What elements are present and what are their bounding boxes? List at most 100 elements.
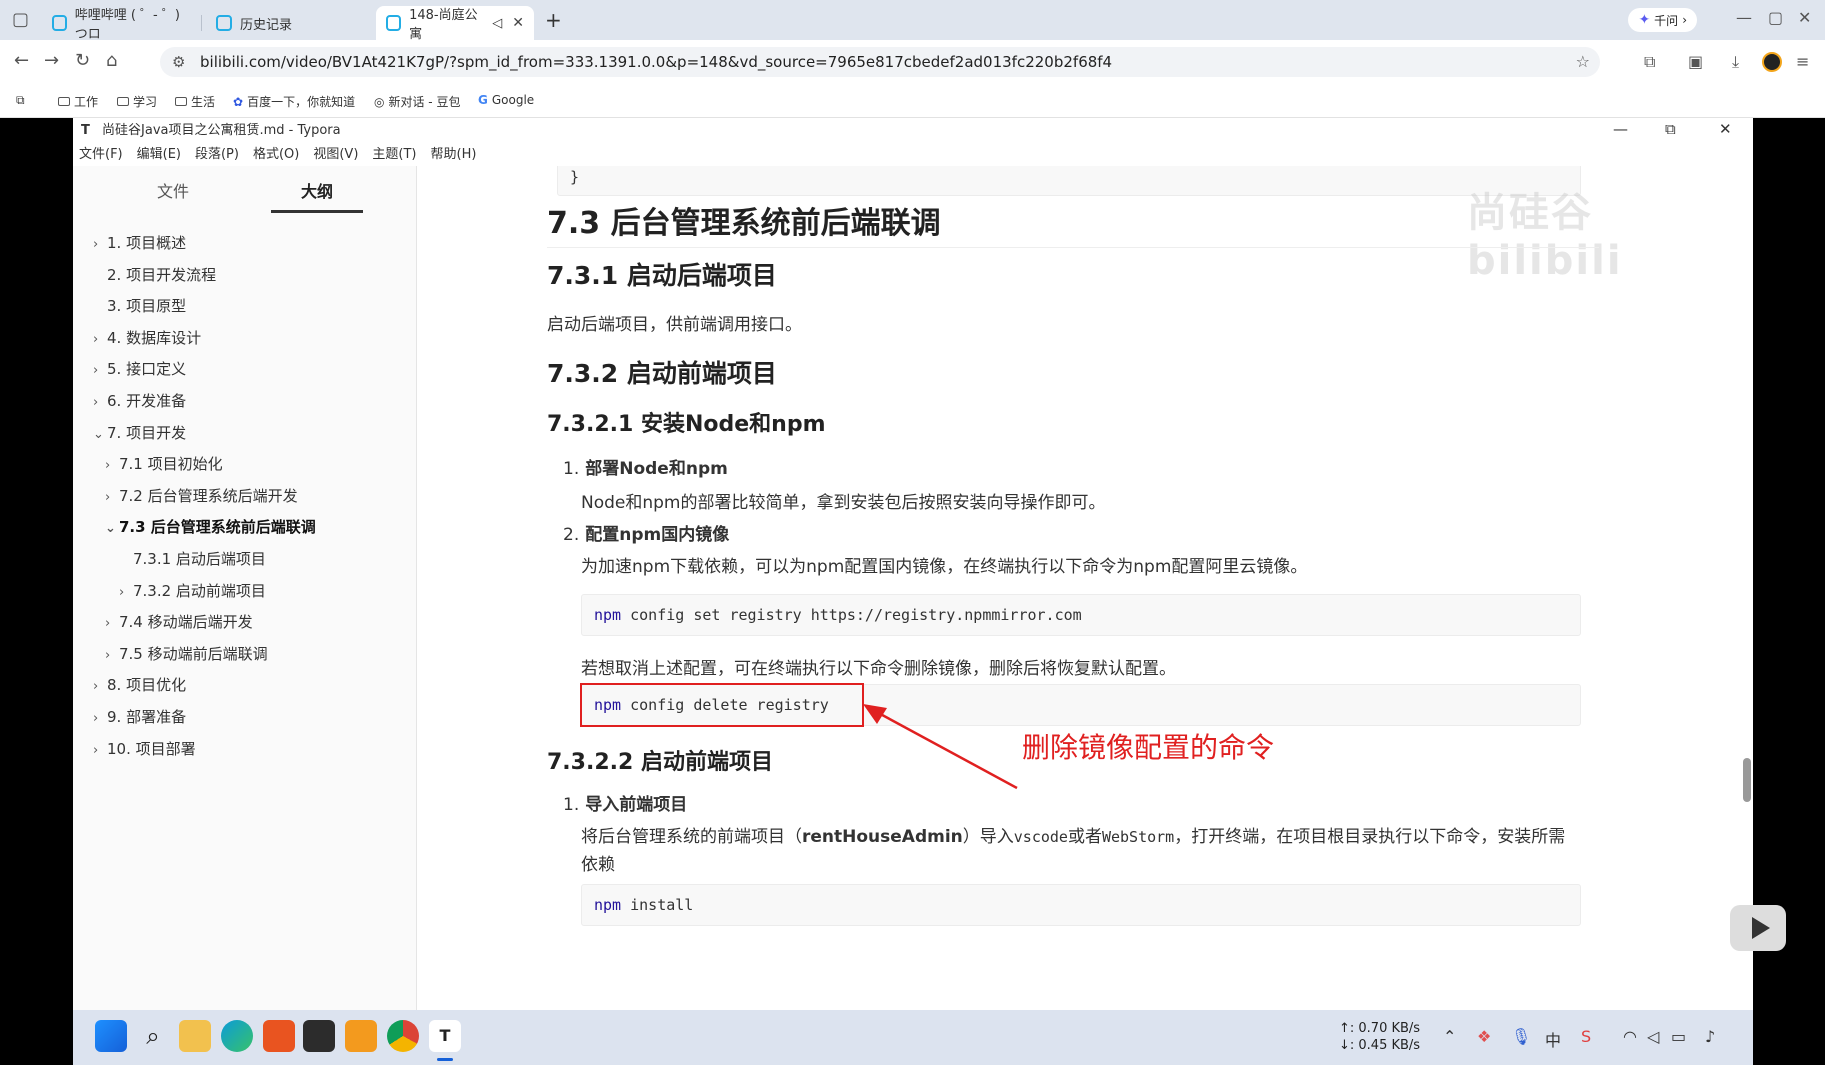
tab-history[interactable]: 历史记录: [206, 6, 366, 40]
edge-icon[interactable]: [221, 1020, 253, 1052]
code-block-tail[interactable]: }: [557, 166, 1581, 196]
tab-files[interactable]: 文件: [157, 178, 189, 202]
bookmark-label: 新对话 - 豆包: [388, 95, 461, 109]
url-bar[interactable]: ⚙ bilibili.com/video/BV1At421K7gP/?spm_i…: [160, 47, 1600, 77]
chevron-up-icon[interactable]: ⌃: [1443, 1027, 1456, 1046]
outline-item[interactable]: › 7.4 移动端后端开发: [105, 611, 253, 632]
notification-bell-icon[interactable]: ♪: [1705, 1027, 1715, 1046]
forward-icon[interactable]: →: [44, 50, 59, 71]
bookmark-folder-study[interactable]: 学习: [117, 93, 157, 110]
chevron-icon[interactable]: ›: [93, 363, 107, 378]
chevron-icon[interactable]: ›: [105, 648, 119, 663]
ime-icon[interactable]: 中: [1545, 1027, 1561, 1051]
typora-close-icon[interactable]: ✕: [1719, 120, 1732, 138]
chevron-icon[interactable]: ⌄: [93, 427, 107, 442]
close-icon[interactable]: ✕: [512, 15, 524, 31]
battery-icon[interactable]: ▭: [1671, 1027, 1686, 1046]
outline-item-label: 7.2 后台管理系统后端开发: [119, 486, 298, 505]
bookmark-baidu[interactable]: ✿ 百度一下，你就知道: [233, 93, 355, 110]
volume-icon[interactable]: ◁: [1647, 1027, 1659, 1046]
typora-minimize-icon[interactable]: —: [1613, 120, 1628, 138]
ubuntu-icon[interactable]: [263, 1020, 295, 1052]
inline-code: WebStorm: [1101, 828, 1175, 846]
menu-icon[interactable]: ≡: [1796, 52, 1809, 71]
bookmark-folder-life[interactable]: 生活: [175, 93, 215, 110]
code-block-npm-install[interactable]: npm install: [581, 884, 1581, 926]
outline-item[interactable]: › 7.1 项目初始化: [105, 453, 223, 474]
file-explorer-icon[interactable]: [179, 1020, 211, 1052]
new-tab-button[interactable]: +: [545, 8, 562, 32]
outline-item[interactable]: › 7.5 移动端前后端联调: [105, 643, 268, 664]
tab-outline[interactable]: 大纲: [301, 178, 333, 202]
scrollbar-thumb[interactable]: [1743, 758, 1751, 802]
outline-item[interactable]: ⌄ 7. 项目开发: [93, 422, 186, 443]
terminal-icon[interactable]: [303, 1020, 335, 1052]
bookmark-folder-work[interactable]: 工作: [58, 93, 98, 110]
chrome-icon[interactable]: [387, 1020, 419, 1052]
tab-bilibili-home[interactable]: 哔哩哔哩 ( ゜- ゜)つロ: [42, 6, 202, 42]
menu-view[interactable]: 视图(V): [313, 144, 358, 166]
bookmarks-menu-icon[interactable]: ⧉: [16, 93, 25, 108]
home-icon[interactable]: ⌂: [106, 50, 117, 71]
back-icon[interactable]: ←: [14, 50, 29, 71]
menu-file[interactable]: 文件(F): [79, 144, 123, 166]
typora-taskbar-icon[interactable]: T: [429, 1020, 461, 1052]
chevron-icon[interactable]: ›: [93, 711, 107, 726]
chevron-icon[interactable]: ›: [93, 237, 107, 252]
menu-format[interactable]: 格式(O): [253, 144, 299, 166]
tab-video-148[interactable]: 148-尚庭公寓 ◁ ✕: [376, 6, 534, 42]
play-button[interactable]: [1730, 905, 1786, 951]
menu-theme[interactable]: 主题(T): [372, 144, 416, 166]
microphone-icon[interactable]: 🎙: [1511, 1027, 1531, 1046]
download-icon[interactable]: ⤓: [1732, 52, 1739, 72]
qianwen-button[interactable]: ✦ 千问 ›: [1628, 8, 1697, 32]
outline-item[interactable]: › 9. 部署准备: [93, 706, 186, 727]
outline-item[interactable]: › 6. 开发准备: [93, 390, 186, 411]
extensions-icon[interactable]: ⧉: [1644, 52, 1655, 72]
chevron-icon[interactable]: ⌄: [105, 521, 119, 536]
outline-item[interactable]: › 7.3.2 启动前端项目: [119, 580, 266, 601]
chevron-icon[interactable]: ›: [93, 395, 107, 410]
search-icon[interactable]: ⌕: [137, 1020, 169, 1052]
site-info-icon[interactable]: ⚙: [172, 47, 185, 77]
outline-item[interactable]: › 7.2 后台管理系统后端开发: [105, 485, 298, 506]
reload-icon[interactable]: ↻: [75, 50, 90, 71]
outline-item[interactable]: › 8. 项目优化: [93, 674, 186, 695]
chevron-icon[interactable]: ›: [105, 458, 119, 473]
app-tray-icon[interactable]: ❖: [1477, 1027, 1491, 1046]
sublime-icon[interactable]: [345, 1020, 377, 1052]
outline-item[interactable]: › 5. 接口定义: [93, 358, 186, 379]
maximize-icon[interactable]: ▢: [1768, 8, 1783, 27]
minimize-icon[interactable]: —: [1736, 8, 1752, 27]
outline-item[interactable]: 3. 项目原型: [93, 295, 186, 316]
bookmark-google[interactable]: G Google: [478, 93, 534, 107]
tab-search-icon[interactable]: ▢: [12, 9, 29, 30]
outline-item[interactable]: › 4. 数据库设计: [93, 327, 201, 348]
chevron-icon[interactable]: ›: [93, 743, 107, 758]
typora-restore-icon[interactable]: ⧉: [1665, 120, 1676, 138]
code-block-set-registry[interactable]: npm config set registry https://registry…: [581, 594, 1581, 636]
chevron-icon[interactable]: ›: [105, 490, 119, 505]
outline-item[interactable]: ⌄ 7.3 后台管理系统前后端联调: [105, 516, 316, 537]
chevron-icon[interactable]: ›: [93, 332, 107, 347]
outline-item[interactable]: 2. 项目开发流程: [93, 264, 216, 285]
outline-item[interactable]: › 10. 项目部署: [93, 738, 196, 759]
bookmark-doubao[interactable]: ◎ 新对话 - 豆包: [374, 93, 460, 110]
speaker-icon[interactable]: ◁: [492, 16, 502, 31]
menu-edit[interactable]: 编辑(E): [137, 144, 181, 166]
menu-help[interactable]: 帮助(H): [431, 144, 477, 166]
close-window-icon[interactable]: ✕: [1798, 8, 1811, 27]
windows-start-icon[interactable]: [95, 1020, 127, 1052]
menu-paragraph[interactable]: 段落(P): [195, 144, 239, 166]
avatar[interactable]: [1762, 52, 1782, 72]
screenshot-icon[interactable]: ▣: [1688, 52, 1703, 71]
editor-content[interactable]: } 尚硅谷 bilibili 7.3 后台管理系统前后端联调 7.3.1 启动后…: [417, 166, 1753, 1010]
chevron-icon[interactable]: ›: [105, 616, 119, 631]
bookmark-star-icon[interactable]: ☆: [1576, 47, 1590, 77]
chevron-icon[interactable]: ›: [93, 679, 107, 694]
outline-item[interactable]: › 1. 项目概述: [93, 232, 186, 253]
wifi-icon[interactable]: ◠: [1623, 1027, 1637, 1046]
wps-icon[interactable]: S: [1581, 1027, 1591, 1046]
outline-item[interactable]: 7.3.1 启动后端项目: [119, 548, 266, 569]
chevron-icon[interactable]: ›: [119, 585, 133, 600]
